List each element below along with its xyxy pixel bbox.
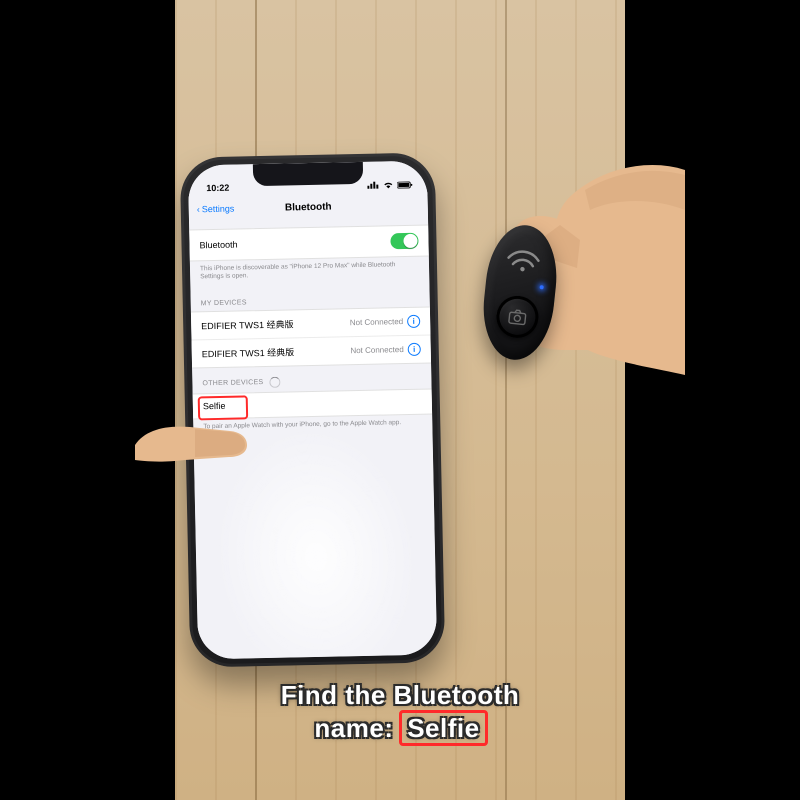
info-icon[interactable]: i — [408, 343, 421, 356]
status-time: 10:22 — [206, 183, 229, 193]
bluetooth-toggle-section: Bluetooth — [189, 225, 429, 262]
back-label: Settings — [202, 204, 235, 215]
my-devices-list: EDIFIER TWS1 经典版 Not Connected i EDIFIER… — [191, 306, 431, 368]
iphone-notch — [252, 162, 362, 186]
device-name: EDIFIER TWS1 经典版 — [202, 345, 295, 360]
back-button[interactable]: ‹ Settings — [197, 204, 235, 215]
nav-bar: ‹ Settings Bluetooth — [188, 191, 428, 224]
status-icons — [367, 181, 413, 190]
caption-target-name: Selfie — [407, 713, 479, 743]
bluetooth-toggle-on[interactable] — [390, 233, 418, 250]
device-name: EDIFIER TWS1 经典版 — [201, 317, 294, 332]
bluetooth-toggle-row[interactable]: Bluetooth — [189, 226, 429, 261]
page-title: Bluetooth — [285, 201, 332, 213]
spinner-icon — [269, 377, 280, 388]
caption-line2: name: Selfie — [175, 712, 625, 745]
camera-icon — [505, 305, 529, 329]
shutter-button — [494, 294, 540, 340]
caption-line1: Find the Bluetooth — [175, 679, 625, 712]
device-status: Not Connected — [350, 345, 404, 355]
device-status: Not Connected — [350, 317, 404, 327]
device-row[interactable]: EDIFIER TWS1 经典版 Not Connected i — [192, 335, 432, 367]
video-frame: 10:22 ‹ Settings Bluetooth — [175, 0, 625, 800]
left-hand-finger — [135, 405, 265, 475]
bluetooth-label: Bluetooth — [199, 240, 237, 251]
other-devices-header: OTHER DEVICES — [202, 379, 263, 387]
wifi-icon — [503, 245, 544, 275]
status-led — [539, 285, 543, 289]
caption-prefix: name: — [314, 713, 393, 743]
info-icon[interactable]: i — [407, 315, 420, 328]
instruction-caption: Find the Bluetooth name: Selfie — [175, 679, 625, 744]
chevron-left-icon: ‹ — [197, 204, 200, 214]
